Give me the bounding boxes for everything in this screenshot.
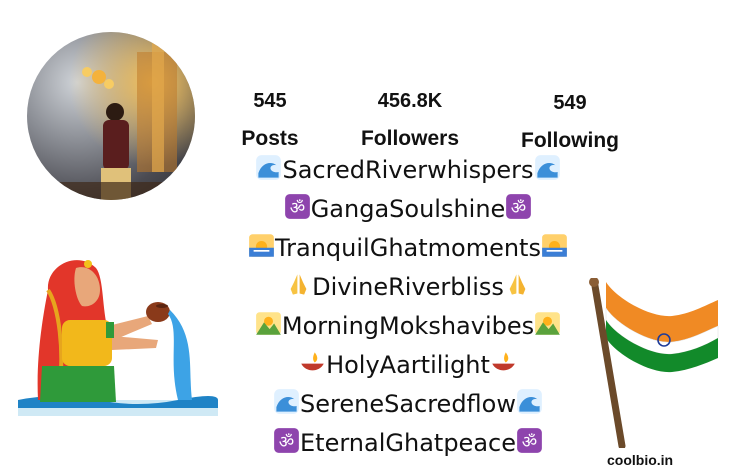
bio-line: SacredRiverwhispers [228, 151, 588, 190]
om-icon: ॐ [284, 193, 311, 220]
folded-hands-icon [504, 271, 531, 298]
bio-line: HolyAartilight [228, 346, 588, 385]
sunrise-mountains-icon [534, 310, 561, 337]
sunrise-icon [541, 232, 568, 259]
avatar-photo [27, 32, 195, 200]
bio-line: ॐ GangaSoulshine ॐ [228, 190, 588, 229]
bio-line: TranquilGhatmoments [228, 229, 588, 268]
bio-line: MorningMokshavibes [228, 307, 588, 346]
om-icon: ॐ [273, 427, 300, 454]
bio-text: TranquilGhatmoments [275, 234, 541, 262]
svg-text:ॐ: ॐ [522, 431, 537, 451]
posts-label: Posts [241, 127, 299, 150]
bio-text: DivineRiverbliss [312, 273, 504, 301]
om-icon: ॐ [516, 427, 543, 454]
bio-text: GangaSoulshine [310, 195, 506, 223]
bio-text: SereneSacredflow [300, 390, 516, 418]
wave-icon [273, 388, 300, 415]
bio-line: ॐ EternalGhatpeace ॐ [228, 424, 588, 463]
profile-avatar[interactable] [27, 32, 195, 200]
posts-count: 545 [253, 90, 287, 112]
svg-text:ॐ: ॐ [511, 197, 526, 217]
following-label: Following [521, 129, 619, 152]
wave-icon [534, 154, 561, 181]
bio-text: EternalGhatpeace [300, 429, 516, 457]
sunrise-mountains-icon [255, 310, 282, 337]
followers-stat[interactable]: 456.8K Followers [348, 90, 472, 151]
posts-stat[interactable]: 545 Posts [233, 90, 307, 151]
diya-lamp-icon [490, 349, 517, 376]
wave-icon [516, 388, 543, 415]
following-count: 549 [553, 92, 587, 114]
bio-text: SacredRiverwhispers [282, 156, 534, 184]
followers-count: 456.8K [377, 90, 443, 112]
bio-text: HolyAartilight [326, 351, 490, 379]
svg-text:ॐ: ॐ [279, 431, 294, 451]
bio-text: MorningMokshavibes [281, 312, 535, 340]
watermark-text: coolbio.in [607, 452, 674, 468]
diya-lamp-icon [299, 349, 326, 376]
bio-line: DivineRiverbliss [228, 268, 588, 307]
svg-text:ॐ: ॐ [289, 197, 304, 217]
following-stat[interactable]: 549 Following [508, 92, 632, 153]
followers-label: Followers [360, 127, 460, 150]
indian-flag-illustration [580, 276, 729, 452]
sunrise-icon [248, 232, 275, 259]
profile-bio: SacredRiverwhispers ॐ GangaSoulshine ॐ Tra… [228, 151, 588, 463]
om-icon: ॐ [505, 193, 532, 220]
woman-offering-illustration [18, 250, 218, 424]
folded-hands-icon [285, 271, 312, 298]
wave-icon [255, 154, 282, 181]
bio-line: SereneSacredflow [228, 385, 588, 424]
